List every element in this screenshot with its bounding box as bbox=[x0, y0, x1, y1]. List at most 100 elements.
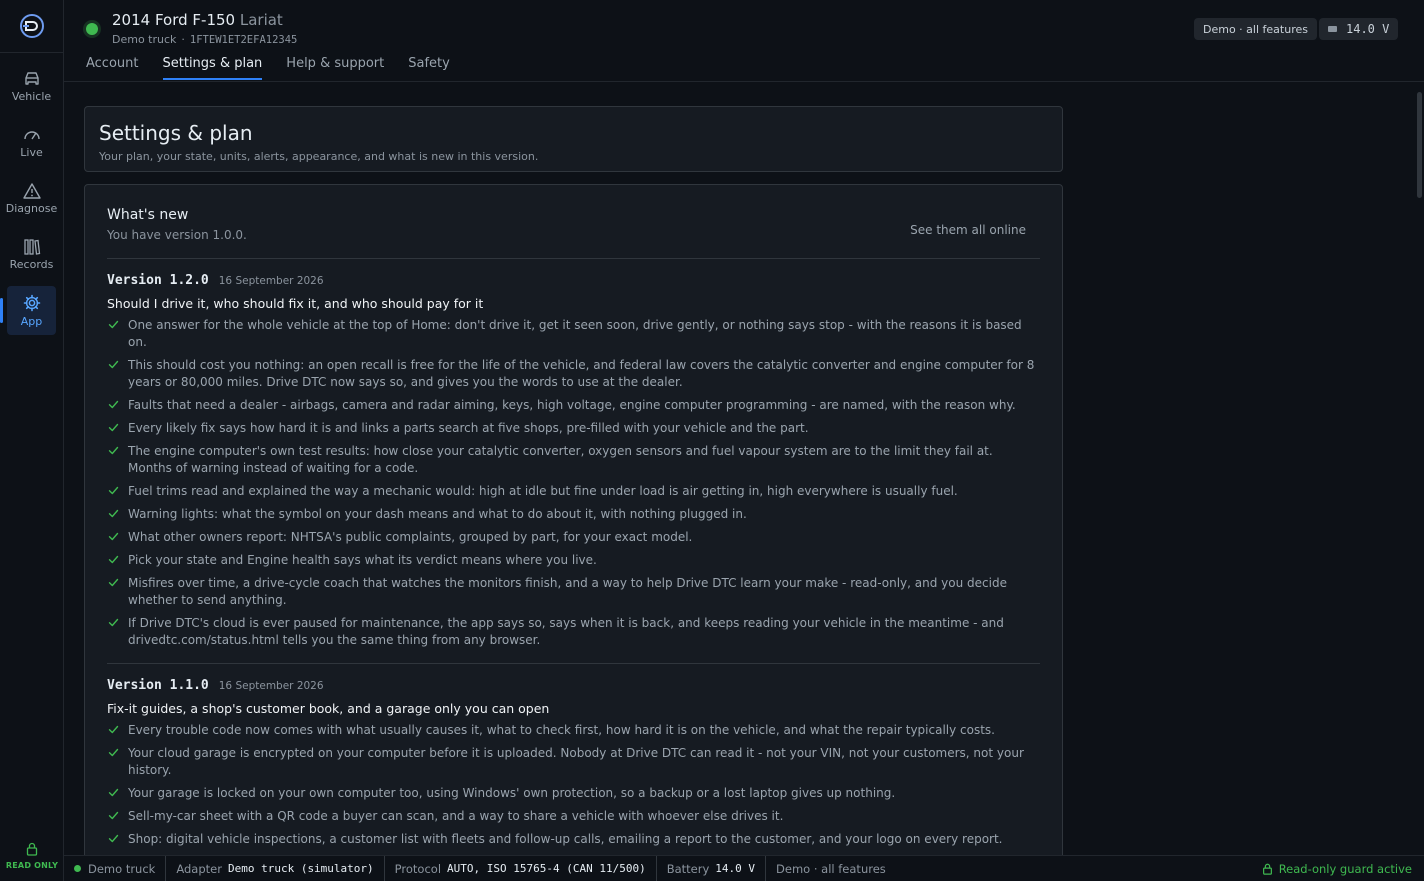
sidebar-item-label: Vehicle bbox=[11, 89, 52, 103]
read-only-guard-status: Read-only guard active bbox=[1262, 856, 1412, 881]
version-label: Version 1.2.0 bbox=[107, 273, 209, 288]
sidebar-item-label: Records bbox=[9, 257, 54, 271]
change-item-text: One answer for the whole vehicle at the … bbox=[128, 318, 1022, 349]
check-icon bbox=[108, 360, 119, 369]
warning-icon bbox=[22, 182, 41, 199]
version-headline: Should I drive it, who should fix it, an… bbox=[107, 296, 484, 311]
check-icon bbox=[108, 446, 119, 455]
vehicle-name: 2014 Ford F-150 bbox=[112, 11, 236, 29]
tab-safety[interactable]: Safety bbox=[408, 56, 450, 79]
scrollbar-thumb[interactable] bbox=[1417, 92, 1422, 198]
change-item: Pick your state and Engine health says w… bbox=[107, 552, 1040, 569]
vehicle-trim: Lariat bbox=[239, 11, 283, 29]
change-item-text: Pick your state and Engine health says w… bbox=[128, 553, 597, 567]
main-content: Settings & plan Your plan, your state, u… bbox=[84, 106, 1063, 881]
sidebar-item-vehicle[interactable]: Vehicle bbox=[7, 62, 56, 111]
change-item: If Drive DTC's cloud is ever paused for … bbox=[107, 615, 1040, 649]
sidebar-item-records[interactable]: Records bbox=[7, 230, 56, 279]
status-ok-dot bbox=[74, 865, 81, 872]
status-protocol-value: AUTO, ISO 15765-4 (CAN 11/500) bbox=[447, 862, 646, 875]
status-plan: Demo · all features bbox=[766, 856, 896, 881]
vehicle-title: 2014 Ford F-150 Lariat bbox=[112, 11, 283, 29]
whats-new-subtitle: You have version 1.0.0. bbox=[107, 228, 247, 242]
change-item: This should cost you nothing: an open re… bbox=[107, 357, 1040, 391]
vehicle-kind: Demo truck bbox=[112, 33, 177, 46]
tab-help-support[interactable]: Help & support bbox=[286, 56, 384, 79]
change-item-text: What other owners report: NHTSA's public… bbox=[128, 530, 693, 544]
vehicle-vin: 1FTEW1ET2EFA12345 bbox=[189, 34, 298, 46]
status-adapter: Adapter Demo truck (simulator) bbox=[166, 855, 385, 881]
version-section: Version 1.2.0 16 September 2026 Should I d… bbox=[107, 259, 1040, 663]
whats-new-title: What's new bbox=[107, 207, 189, 223]
change-item-text: Every trouble code now comes with what u… bbox=[128, 723, 995, 737]
version-label: Version 1.1.0 bbox=[107, 678, 209, 693]
change-item-text: Shop: digital vehicle inspections, a cus… bbox=[128, 832, 1003, 846]
change-item: The engine computer's own test results: … bbox=[107, 443, 1040, 477]
change-item-text: Your garage is locked on your own comput… bbox=[128, 786, 896, 800]
version-section: Version 1.1.0 16 September 2026 Fix-it gui… bbox=[107, 663, 1040, 881]
change-item-text: Misfires over time, a drive-cycle coach … bbox=[128, 576, 1007, 607]
check-icon bbox=[108, 578, 119, 587]
version-heading: Version 1.1.0 16 September 2026 bbox=[107, 678, 1040, 693]
guard-label: Read-only guard active bbox=[1278, 862, 1412, 876]
change-item-text: Faults that need a dealer - airbags, cam… bbox=[128, 398, 1016, 412]
sidebar-item-label: App bbox=[20, 314, 43, 328]
status-bar: Demo truck Adapter Demo truck (simulator… bbox=[64, 855, 1424, 881]
sidebar-item-app[interactable]: App bbox=[0, 286, 56, 335]
change-item: Misfires over time, a drive-cycle coach … bbox=[107, 575, 1040, 609]
status-adapter-value: Demo truck (simulator) bbox=[227, 862, 374, 875]
change-item: One answer for the whole vehicle at the … bbox=[107, 317, 1040, 351]
check-icon bbox=[108, 423, 119, 432]
see-all-online-link[interactable]: See them all online bbox=[910, 223, 1026, 237]
status-plan-label: Demo · all features bbox=[776, 861, 886, 876]
change-item-text: Every likely fix says how hard it is and… bbox=[128, 421, 809, 435]
status-battery-value: 14.0 V bbox=[715, 862, 756, 875]
status-vehicle: Demo truck bbox=[64, 855, 167, 881]
change-item: Shop: digital vehicle inspections, a cus… bbox=[107, 831, 1040, 848]
status-protocol-label: Protocol bbox=[394, 861, 442, 876]
lock-icon bbox=[1262, 863, 1272, 875]
sidebar-item-live[interactable]: Live bbox=[7, 118, 56, 167]
status-protocol: Protocol AUTO, ISO 15765-4 (CAN 11/500) bbox=[385, 855, 657, 881]
check-icon bbox=[108, 725, 119, 734]
tab-account[interactable]: Account bbox=[86, 56, 139, 79]
sidebar-item-label: Live bbox=[20, 145, 43, 159]
change-item-text: Sell-my-car sheet with a QR code a buyer… bbox=[128, 809, 784, 823]
change-item-text: Fuel trims read and explained the way a … bbox=[128, 484, 958, 498]
connection-status-dot bbox=[86, 23, 98, 35]
change-item-text: Warning lights: what the symbol on your … bbox=[128, 507, 747, 521]
read-only-indicator: READ ONLY bbox=[0, 842, 64, 870]
app-logo[interactable] bbox=[0, 0, 64, 53]
change-item: Every trouble code now comes with what u… bbox=[107, 722, 1040, 739]
status-battery-label: Battery bbox=[666, 861, 710, 876]
change-item: Sell-my-car sheet with a QR code a buyer… bbox=[107, 808, 1040, 825]
whats-new-card: What's new You have version 1.0.0. See t… bbox=[84, 184, 1063, 881]
check-icon bbox=[108, 486, 119, 495]
car-icon bbox=[24, 71, 39, 85]
tab-settings-plan[interactable]: Settings & plan bbox=[162, 56, 262, 80]
whats-new-header: What's new You have version 1.0.0. See t… bbox=[107, 207, 1040, 259]
check-icon bbox=[108, 788, 119, 797]
battery-icon bbox=[1328, 26, 1337, 32]
sidebar-item-diagnose[interactable]: Diagnose bbox=[5, 174, 58, 223]
change-item: Faults that need a dealer - airbags, cam… bbox=[107, 397, 1040, 414]
check-icon bbox=[108, 618, 119, 627]
change-item: Fuel trims read and explained the way a … bbox=[107, 483, 1040, 500]
check-icon bbox=[108, 532, 119, 541]
demo-plan-pill[interactable]: Demo · all features bbox=[1194, 18, 1317, 40]
change-item: Warning lights: what the symbol on your … bbox=[107, 506, 1040, 523]
check-icon bbox=[108, 748, 119, 757]
read-only-label: READ ONLY bbox=[5, 861, 59, 870]
battery-pill: 14.0 V bbox=[1319, 18, 1399, 40]
status-adapter-label: Adapter bbox=[176, 861, 222, 876]
check-icon bbox=[108, 320, 119, 329]
check-icon bbox=[108, 509, 119, 518]
version-date: 16 September 2026 bbox=[218, 680, 324, 692]
sidebar-item-label: Diagnose bbox=[5, 201, 58, 215]
gauge-icon bbox=[23, 130, 40, 139]
change-item: What other owners report: NHTSA's public… bbox=[107, 529, 1040, 546]
vehicle-subtitle: Demo truck · 1FTEW1ET2EFA12345 bbox=[112, 33, 298, 46]
change-item: Your garage is locked on your own comput… bbox=[107, 785, 1040, 802]
check-icon bbox=[108, 811, 119, 820]
change-item: Your cloud garage is encrypted on your c… bbox=[107, 745, 1040, 779]
